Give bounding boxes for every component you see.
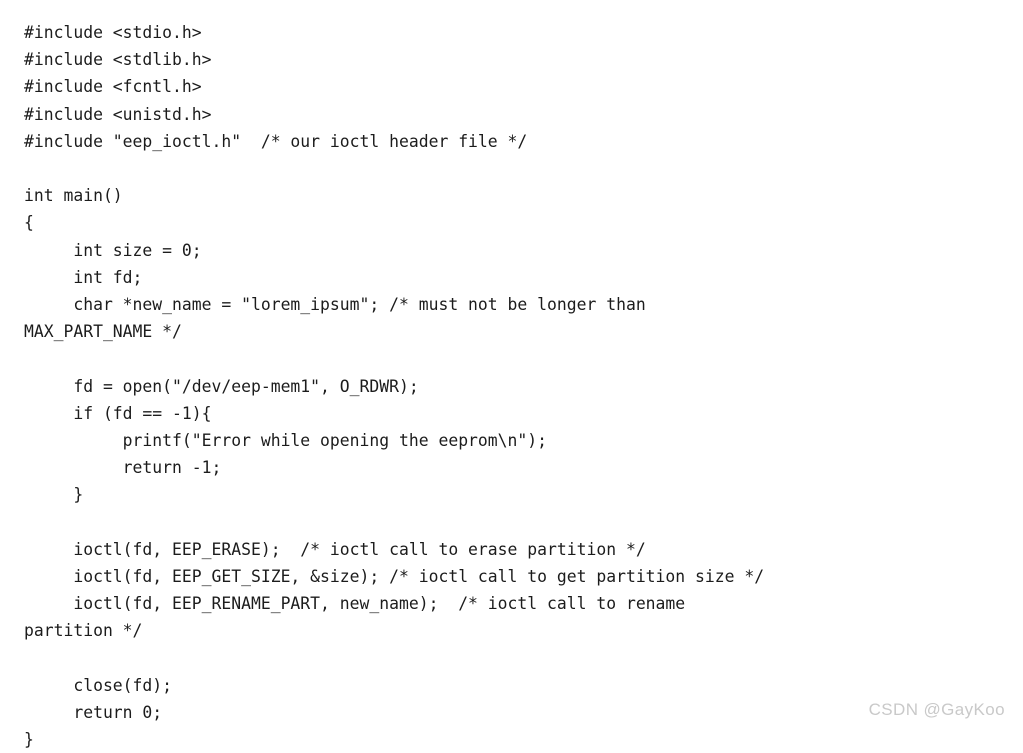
code-line: int size = 0; bbox=[24, 240, 202, 260]
code-line: #include <stdlib.h> bbox=[24, 50, 212, 70]
code-line: close(fd); bbox=[24, 675, 173, 695]
code-line: fd = open("/dev/eep-mem1", O_RDWR); bbox=[24, 376, 419, 396]
code-line: MAX_PART_NAME */ bbox=[24, 322, 182, 342]
code-line: ioctl(fd, EEP_ERASE); /* ioctl call to e… bbox=[24, 539, 646, 559]
code-line: } bbox=[24, 730, 34, 750]
code-line: #include <stdio.h> bbox=[24, 23, 202, 42]
code-line: char *new_name = "lorem_ipsum"; /* must … bbox=[24, 295, 646, 315]
code-listing: #include <stdio.h> #include <stdlib.h> #in… bbox=[0, 13, 1023, 749]
code-line: #include <fcntl.h> bbox=[24, 77, 202, 97]
code-line: int main() bbox=[24, 186, 123, 206]
code-line: int fd; bbox=[24, 267, 143, 287]
code-line: #include <unistd.h> bbox=[24, 104, 212, 124]
code-line: ioctl(fd, EEP_GET_SIZE, &size); /* ioctl… bbox=[24, 567, 765, 587]
code-line: { bbox=[24, 213, 34, 233]
code-line: #include "eep_ioctl.h" /* our ioctl head… bbox=[24, 131, 528, 151]
code-line: if (fd == -1){ bbox=[24, 403, 212, 423]
csdn-watermark: CSDN @GayKoo bbox=[868, 700, 1005, 719]
code-line: partition */ bbox=[24, 621, 143, 641]
code-line: return -1; bbox=[24, 458, 222, 478]
code-line: ioctl(fd, EEP_RENAME_PART, new_name); /*… bbox=[24, 594, 686, 614]
code-line: } bbox=[24, 485, 84, 505]
code-line: printf("Error while opening the eeprom\n… bbox=[24, 431, 548, 451]
